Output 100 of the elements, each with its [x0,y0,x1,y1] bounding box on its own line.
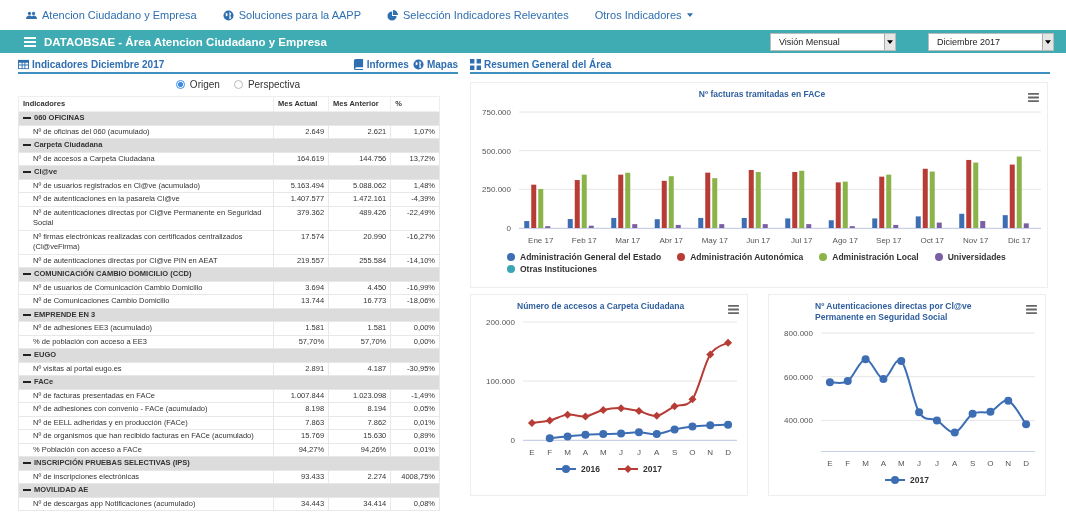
menu-icon[interactable] [1026,305,1037,314]
menu-icon[interactable] [24,36,36,47]
legend-label[interactable]: Administración General del Estado [520,252,662,262]
axis-label: J [917,459,922,468]
data-point [670,402,679,411]
axis-label: F [547,448,553,457]
select-dropdown[interactable]: Diciembre 2017 [928,32,1054,51]
legend-label[interactable]: 2017 [910,475,929,485]
data-point [932,416,941,425]
data-point [843,377,852,386]
data-point [861,355,870,364]
axis-label: 500.000 [482,146,511,156]
data-point [581,412,590,421]
select-dropdown[interactable]: Visión Mensual [770,32,896,51]
legend-label[interactable]: 2016 [581,464,600,474]
axis-label: 750.000 [482,108,511,117]
collapse-icon[interactable] [23,168,31,176]
axis-label: M [564,448,571,457]
data-point [968,409,977,418]
axis-label: E [827,459,833,468]
section-title: Indicadores Diciembre 2017 [18,59,165,70]
nav-link[interactable]: Otros Indicadores [594,9,693,21]
data-point [599,430,608,439]
axis-label: Mar 17 [615,236,641,245]
data-point [688,395,697,404]
axis-label: S [671,448,678,457]
radio-option[interactable]: Perspectiva [233,79,301,90]
axis-label: A [582,448,589,457]
data-point [563,410,572,419]
collapse-icon[interactable] [23,270,31,278]
legend-label[interactable]: 2017 [643,464,662,474]
data-point [545,434,554,443]
data-point [617,404,626,413]
collapse-icon[interactable] [23,459,31,467]
data-point [688,422,697,431]
data-point [706,350,715,359]
table-icon [18,59,29,70]
nav-link[interactable]: Atencion Ciudadano y Empresa [26,9,197,21]
nav-link[interactable]: Selección Indicadores Relevantes [387,9,569,21]
data-point [986,407,995,416]
legend-label[interactable]: Otras Instituciones [520,264,597,274]
axis-label: 600.000 [784,372,813,382]
legend-label[interactable]: Administración Autonómica [690,252,804,262]
data-point [634,407,643,416]
book-icon [352,59,364,70]
axis-label: M [897,459,905,468]
axis-label: 200.000 [486,318,515,327]
header-link[interactable]: Informes [352,59,409,70]
axis-label: 400.000 [784,416,813,426]
data-point [634,428,643,437]
data-point [724,338,733,347]
axis-label: A [654,448,660,457]
caret-icon [686,13,693,17]
data-point [879,374,888,383]
axis-label: Jun 17 [746,236,771,245]
chart-title: Nº Autenticaciones directas por Cl@ve Permanente en Seguridad Social [815,301,973,323]
data-point [617,429,626,438]
axis-label: 800.000 [784,329,813,338]
collapse-icon[interactable] [23,114,31,122]
axis-label: O [987,459,994,468]
axis-label: 0 [510,436,515,445]
chart-title: Número de accesos a Carpeta Ciudadana [517,301,686,312]
axis-label: M [599,448,607,457]
legend-label[interactable]: Universidades [947,252,1006,262]
axis-label: Nov 17 [963,236,989,245]
nav-link[interactable]: Soluciones para la AAPP [222,9,362,21]
axis-label: Sep 17 [876,236,902,245]
axis-label: May 17 [701,236,728,245]
axis-label: J [934,459,939,468]
axis-label: 100.000 [486,377,515,386]
axis-label: 0 [506,224,511,233]
collapse-icon[interactable] [23,486,31,494]
collapse-icon[interactable] [23,351,31,359]
axis-label: N [1005,459,1012,468]
caret-icon [887,39,893,44]
data-point [915,408,924,417]
data-point [652,430,661,439]
menu-icon[interactable] [728,305,739,314]
globe-icon [412,59,424,70]
chart-title: Nº facturas tramitadas en FACe [697,89,827,100]
legend-label[interactable]: Administración Local [832,252,919,262]
collapse-icon[interactable] [23,378,31,386]
axis-label: Abr 17 [659,236,684,245]
axis-label: Oct 17 [920,236,945,245]
axis-label: M [862,459,869,468]
header-link[interactable]: Mapas [412,59,458,70]
data-point [563,432,572,441]
data-point [652,411,661,420]
grid-icon [470,59,481,70]
collapse-icon[interactable] [23,141,31,149]
axis-label: 250.000 [482,185,511,195]
users-icon [26,9,37,21]
globe-icon [222,9,234,21]
data-point [950,428,959,437]
menu-icon[interactable] [1028,93,1039,102]
data-point [897,356,906,365]
section-title: Resumen General del Área [470,59,612,70]
data-point [527,418,536,427]
radio-option[interactable]: Origen [175,79,220,90]
data-point [1022,420,1031,429]
